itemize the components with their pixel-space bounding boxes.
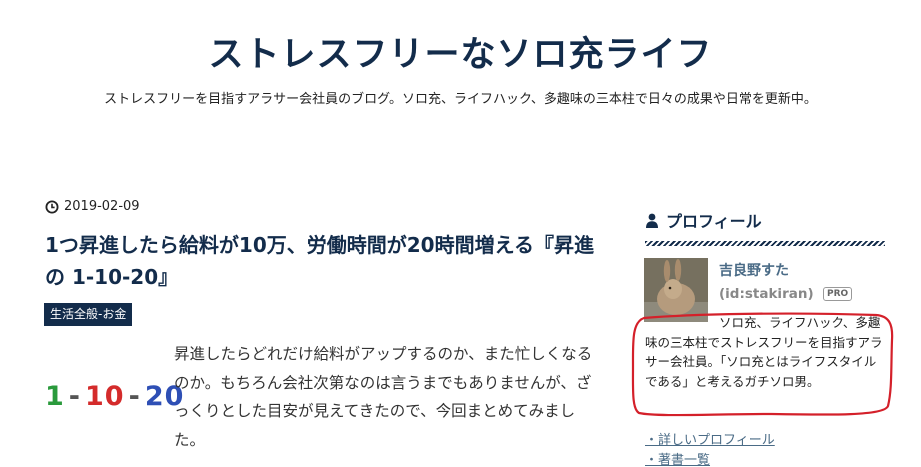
sidebar-divider — [645, 241, 885, 246]
post-excerpt: 昇進したらどれだけ給料がアップするのか、また忙しくなるのか。もちろん会社次第なの… — [174, 345, 593, 449]
blog-description: ストレスフリーを目指すアラサー会社員のブログ。ソロ充、ライフハック、多趣味の三本… — [104, 92, 817, 107]
profile-id: (id:stakiran) — [719, 286, 814, 302]
thumbnail-dash: - — [68, 380, 82, 412]
profile-name-link[interactable]: 吉良野すた — [719, 260, 789, 280]
thumbnail-digit-1: 1 — [45, 380, 65, 412]
sidebar-profile-heading: プロフィール — [645, 208, 762, 232]
post-thumbnail[interactable]: 1 - 10 - 20 — [45, 376, 183, 416]
annotation-outline — [631, 312, 894, 417]
pro-badge: PRO — [823, 287, 853, 301]
books-list-link[interactable]: ・著書一覧 — [645, 451, 775, 467]
post-date: 2019-02-09 — [45, 199, 140, 214]
detailed-profile-link[interactable]: ・詳しいプロフィール — [645, 431, 775, 451]
post-title[interactable]: 1つ昇進したら給料が10万、労働時間が20時間増える『昇進の 1-10-20』 — [45, 229, 605, 293]
sidebar-links: ・詳しいプロフィール ・著書一覧 — [645, 431, 775, 467]
clock-icon — [45, 200, 59, 214]
sidebar-heading-text: プロフィール — [666, 212, 762, 231]
thumbnail-dash: - — [128, 380, 141, 412]
thumbnail-digit-10: 10 — [85, 380, 125, 412]
blog-title[interactable]: ストレスフリーなソロ充ライフ — [0, 26, 921, 77]
post-date-text[interactable]: 2019-02-09 — [64, 199, 140, 214]
post-title-link[interactable]: 1つ昇進したら給料が10万、労働時間が20時間増える『昇進の 1-10-20』 — [45, 233, 594, 289]
user-icon — [645, 213, 659, 228]
category-label[interactable]: 生活全般-お金 — [44, 303, 133, 326]
